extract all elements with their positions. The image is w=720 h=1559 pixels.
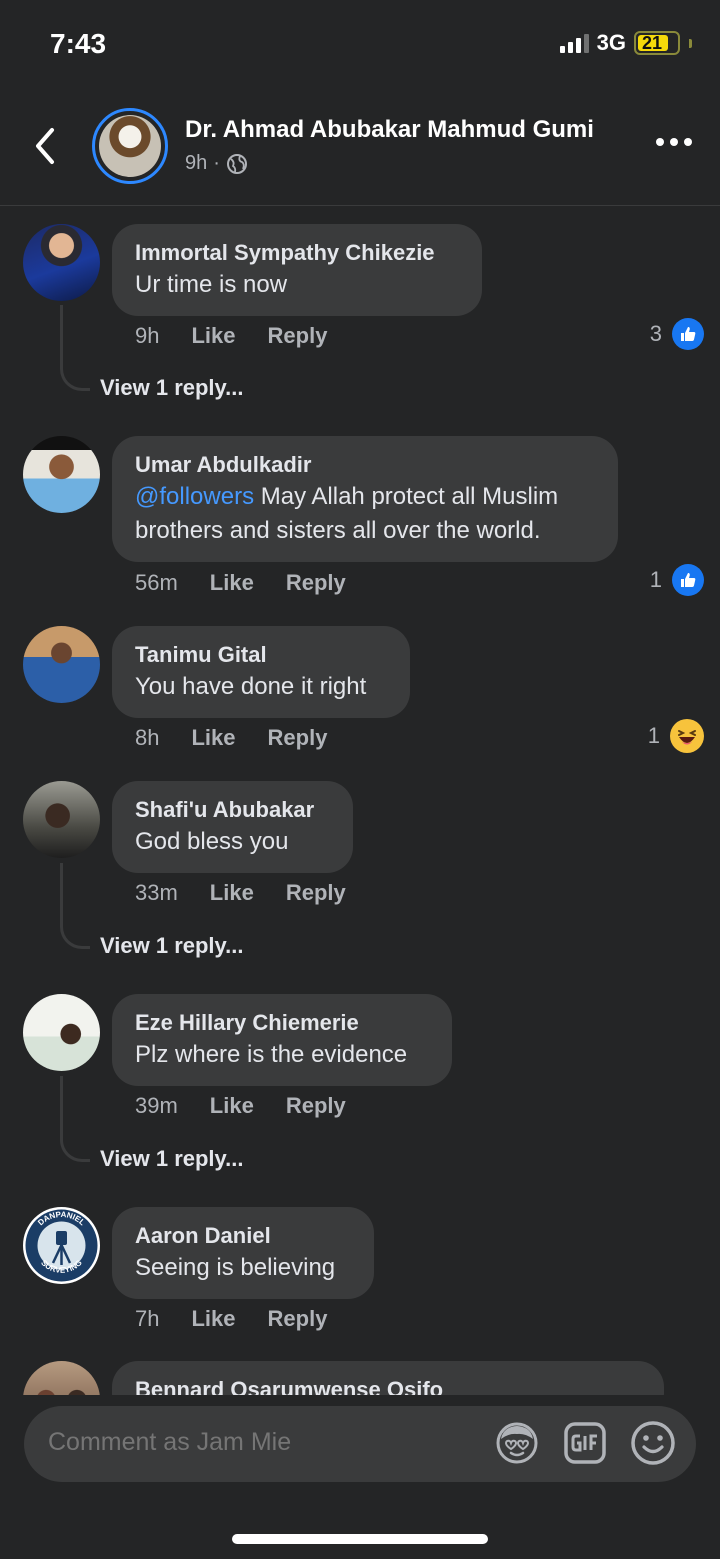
emoji-icon	[631, 1421, 675, 1465]
surveying-logo-icon: DANPANIEL SURVEYING	[25, 1209, 98, 1282]
reply-button[interactable]: Reply	[286, 880, 346, 906]
commenter-name[interactable]: Eze Hillary Chiemerie	[135, 1008, 429, 1038]
globe-icon	[226, 153, 247, 174]
comment-bubble[interactable]: Aaron Daniel Seeing is believing	[112, 1207, 374, 1299]
comment-time: 56m	[135, 570, 178, 595]
comment-actions: 33m Like Reply	[135, 880, 346, 906]
comment-time: 9h	[135, 323, 160, 348]
author-avatar[interactable]	[92, 108, 168, 184]
more-options-button[interactable]	[656, 138, 692, 146]
commenter-name[interactable]: Aaron Daniel	[135, 1221, 351, 1251]
reaction-count: 3	[649, 321, 662, 346]
commenter-avatar[interactable]	[23, 1361, 100, 1395]
commenter-name[interactable]: Tanimu Gital	[135, 640, 387, 670]
comment-text: You have done it right	[135, 673, 367, 700]
emoji-button[interactable]	[630, 1420, 676, 1466]
view-replies-link[interactable]: View 1 reply...	[100, 375, 243, 401]
comment-actions: 56m Like Reply	[135, 570, 346, 596]
post-time: 9h	[185, 152, 208, 174]
commenter-avatar[interactable]: DANPANIEL SURVEYING	[23, 1207, 100, 1284]
like-button[interactable]: Like	[191, 1306, 235, 1332]
network-type: 3G	[596, 30, 626, 55]
comment-text: Ur time is now	[135, 271, 288, 298]
like-button[interactable]: Like	[210, 1093, 254, 1119]
comment-time: 33m	[135, 880, 178, 905]
comment-bubble[interactable]: Eze Hillary Chiemerie Plz where is the e…	[112, 994, 452, 1086]
more-icon	[656, 138, 664, 146]
reaction-count: 1	[647, 723, 660, 748]
commenter-avatar[interactable]	[23, 436, 100, 513]
reply-button[interactable]: Reply	[286, 1093, 346, 1119]
status-time: 7:43	[50, 28, 107, 59]
avatar-sticker-button[interactable]	[494, 1420, 540, 1466]
gif-button[interactable]	[562, 1420, 608, 1466]
reaction-summary[interactable]: 1	[648, 719, 704, 753]
like-button[interactable]: Like	[191, 323, 235, 349]
like-icon	[672, 318, 704, 350]
comment-bubble[interactable]: Tanimu Gital You have done it right	[112, 626, 410, 718]
reply-button[interactable]: Reply	[268, 1306, 328, 1332]
comment-bubble[interactable]: Shafi'u Abubakar God bless you	[112, 781, 353, 873]
back-icon	[36, 128, 54, 164]
commenter-name[interactable]: Bennard Osarumwense Osifo	[135, 1375, 641, 1395]
comment-bubble[interactable]: Immortal Sympathy Chikezie Ur time is no…	[112, 224, 482, 316]
reaction-summary[interactable]: 1	[650, 564, 704, 596]
author-name[interactable]: Dr. Ahmad Abubakar Mahmud Gumi	[185, 116, 594, 144]
comment-time: 8h	[135, 725, 160, 750]
avatar-sticker-icon	[496, 1422, 538, 1464]
post-meta: 9h ·	[185, 152, 248, 175]
comment-bubble[interactable]: Bennard Osarumwense Osifo	[112, 1361, 664, 1395]
reply-button[interactable]: Reply	[268, 323, 328, 349]
view-replies-link[interactable]: View 1 reply...	[100, 1146, 243, 1172]
back-button[interactable]	[30, 126, 60, 166]
composer-actions	[494, 1420, 676, 1466]
view-replies-link[interactable]: View 1 reply...	[100, 933, 243, 959]
commenter-name[interactable]: Immortal Sympathy Chikezie	[135, 238, 459, 268]
comment-time: 39m	[135, 1093, 178, 1118]
commenter-avatar[interactable]	[23, 626, 100, 703]
comment-text: God bless you	[135, 828, 289, 855]
comment-input[interactable]	[48, 1428, 448, 1457]
comments-list[interactable]: Immortal Sympathy Chikezie Ur time is no…	[0, 207, 720, 1395]
comment-actions: 39m Like Reply	[135, 1093, 346, 1119]
reply-button[interactable]: Reply	[268, 725, 328, 751]
reaction-count: 1	[649, 567, 662, 592]
battery-icon: 21	[634, 31, 680, 55]
like-icon	[672, 564, 704, 596]
comment-bubble[interactable]: Umar Abdulkadir @followers May Allah pro…	[112, 436, 618, 562]
signal-icon	[559, 33, 589, 53]
home-indicator[interactable]	[232, 1534, 488, 1544]
comment-text: Plz where is the evidence	[135, 1041, 408, 1068]
battery-level: 21	[642, 32, 663, 53]
mention-link[interactable]: @followers	[135, 483, 254, 510]
comment-composer	[24, 1406, 696, 1482]
commenter-avatar[interactable]	[23, 781, 100, 858]
commenter-name[interactable]: Shafi'u Abubakar	[135, 795, 330, 825]
haha-icon	[670, 719, 704, 753]
comment-time: 7h	[135, 1306, 160, 1331]
comment-text: Seeing is believing	[135, 1254, 336, 1281]
commenter-name[interactable]: Umar Abdulkadir	[135, 450, 595, 480]
status-indicators: 3G 21	[559, 30, 692, 56]
like-button[interactable]: Like	[210, 570, 254, 596]
comment-actions: 8h Like Reply	[135, 725, 327, 751]
commenter-avatar[interactable]	[23, 994, 100, 1071]
reaction-summary[interactable]: 3	[650, 318, 704, 350]
commenter-avatar[interactable]	[23, 224, 100, 301]
status-bar: 7:43 3G 21	[0, 0, 720, 90]
gif-icon	[564, 1422, 606, 1464]
comment-text: @followers May Allah protect all Muslim …	[135, 483, 559, 544]
meta-separator: ·	[213, 152, 220, 174]
like-button[interactable]: Like	[210, 880, 254, 906]
comment-actions: 9h Like Reply	[135, 323, 327, 349]
comment-actions: 7h Like Reply	[135, 1306, 327, 1332]
reply-button[interactable]: Reply	[286, 570, 346, 596]
like-button[interactable]: Like	[191, 725, 235, 751]
post-header: Dr. Ahmad Abubakar Mahmud Gumi 9h ·	[0, 96, 720, 206]
